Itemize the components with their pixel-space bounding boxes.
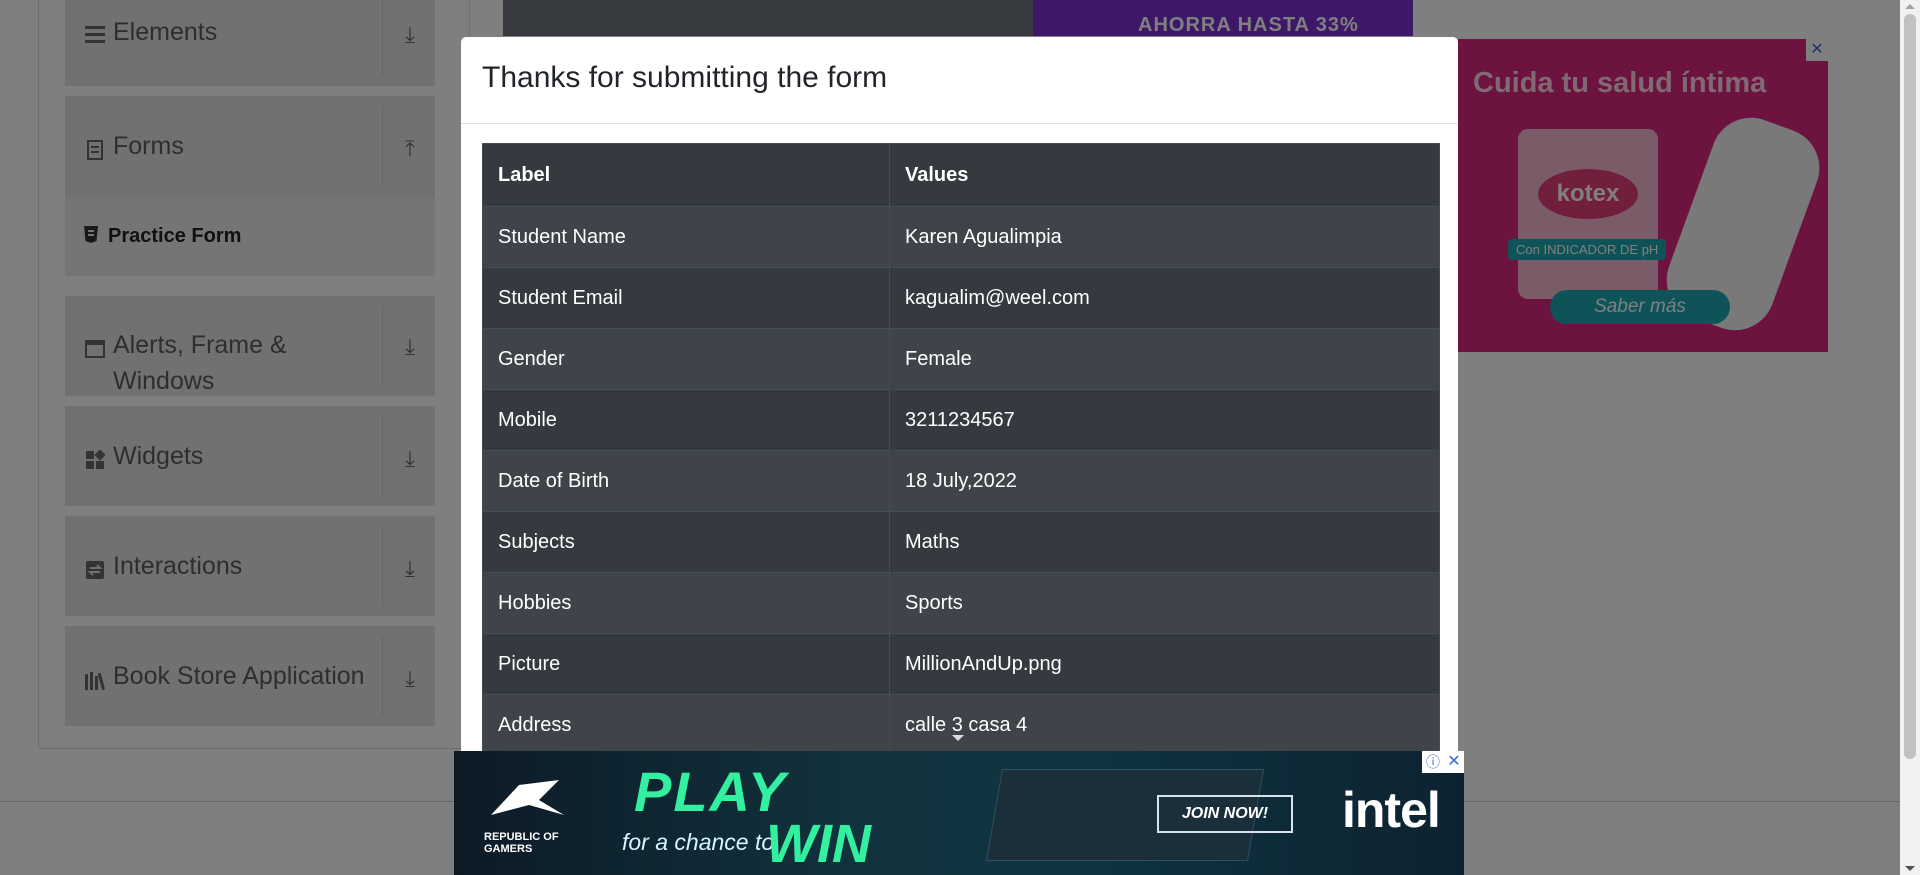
column-header: Label [482, 143, 890, 207]
row-value: Female [889, 328, 1440, 390]
table-row: Mobile 3211234567 [482, 389, 1440, 451]
row-value: kagualim@weel.com [889, 267, 1440, 329]
row-label: Hobbies [482, 572, 890, 634]
table-row: Student Name Karen Agualimpia [482, 206, 1440, 268]
submission-modal: Thanks for submitting the form Label Val… [461, 37, 1458, 837]
row-label: Gender [482, 328, 890, 390]
close-icon[interactable]: ✕ [1444, 751, 1464, 773]
row-label: Picture [482, 633, 890, 695]
row-label: Student Name [482, 206, 890, 268]
row-label: Mobile [482, 389, 890, 451]
rog-wordmark: REPUBLIC OF GAMERS [484, 831, 559, 855]
scroll-up-icon[interactable] [1905, 4, 1915, 9]
row-value: Maths [889, 511, 1440, 573]
bottom-ad-rog-intel[interactable]: REPUBLIC OF GAMERS PLAY for a chance to … [454, 751, 1464, 875]
row-label: Student Email [482, 267, 890, 329]
win-headline: WIN [766, 814, 871, 874]
modal-header: Thanks for submitting the form [461, 37, 1458, 124]
ad-info-icon[interactable]: ⓘ [1422, 751, 1444, 773]
table-row: Picture MillionAndUp.png [482, 633, 1440, 695]
play-headline: PLAY [634, 760, 788, 823]
table-row: Hobbies Sports [482, 572, 1440, 634]
scrollbar-thumb[interactable] [1904, 14, 1916, 759]
rog-logo-icon [489, 775, 569, 836]
row-value: MillionAndUp.png [889, 633, 1440, 695]
scroll-down-icon[interactable] [1905, 866, 1915, 871]
row-label: Subjects [482, 511, 890, 573]
table-row: Student Email kagualim@weel.com [482, 267, 1440, 329]
row-value: calle 3 casa 4 [889, 694, 1440, 756]
table-row: Date of Birth 18 July,2022 [482, 450, 1440, 512]
chevron-down-icon [952, 735, 964, 741]
row-label: Date of Birth [482, 450, 890, 512]
row-value: Karen Agualimpia [889, 206, 1440, 268]
join-now-button[interactable]: JOIN NOW! [1157, 795, 1293, 833]
row-value: 3211234567 [889, 389, 1440, 451]
modal-title: Thanks for submitting the form [482, 61, 888, 94]
results-table: Label Values Student Name Karen Agualimpi… [482, 143, 1440, 756]
table-row: Address calle 3 casa 4 [482, 694, 1440, 756]
column-header: Values [889, 143, 1440, 207]
intel-logo: intel [1342, 782, 1441, 838]
row-label: Address [482, 694, 890, 756]
chance-text: for a chance to [622, 829, 775, 855]
table-row: Subjects Maths [482, 511, 1440, 573]
row-value: Sports [889, 572, 1440, 634]
row-value: 18 July,2022 [889, 450, 1440, 512]
table-header-row: Label Values [482, 143, 1440, 207]
table-row: Gender Female [482, 328, 1440, 390]
vertical-scrollbar[interactable] [1900, 0, 1920, 875]
